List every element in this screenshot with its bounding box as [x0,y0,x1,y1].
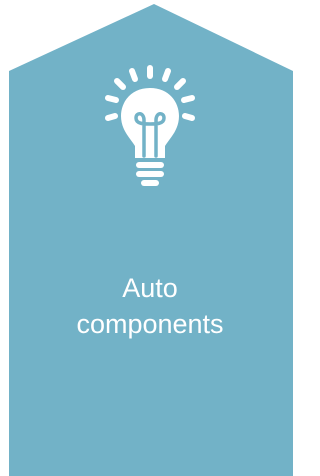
card-label-line2: components [76,309,224,339]
lightbulb-icon [105,65,195,186]
card-label-line1: Auto [122,273,178,303]
card-container: Auto components [0,0,300,476]
card-label: Auto components [0,270,300,342]
